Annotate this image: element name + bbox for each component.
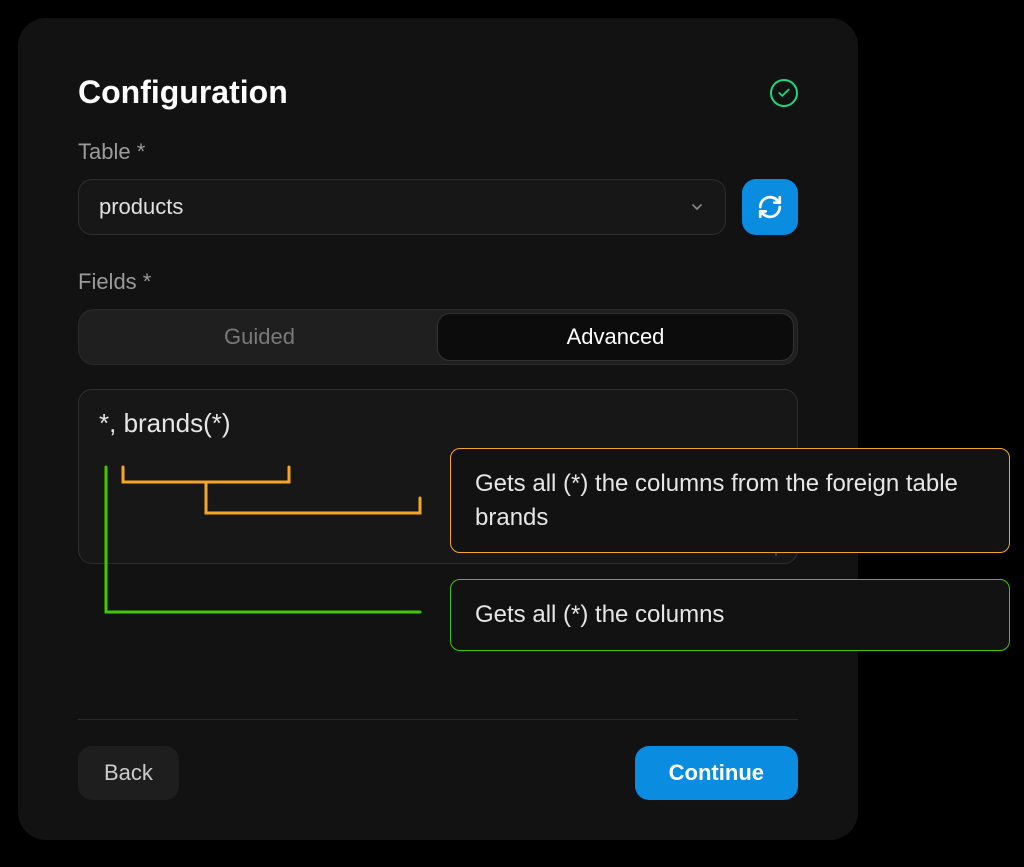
footer-buttons: Back Continue — [78, 746, 798, 800]
fields-value: *, brands(*) — [99, 408, 231, 438]
table-label: Table * — [78, 139, 798, 165]
chevron-down-icon — [689, 199, 705, 215]
fields-mode-tabs: Guided Advanced — [78, 309, 798, 365]
callout-brands-text: Gets all (*) the columns from the foreig… — [475, 470, 958, 531]
continue-button[interactable]: Continue — [635, 746, 798, 800]
config-panel: Configuration Table * products Fields * … — [18, 18, 858, 840]
validation-check-icon — [770, 79, 798, 107]
refresh-button[interactable] — [742, 179, 798, 235]
panel-title: Configuration — [78, 74, 288, 111]
callout-brands: Gets all (*) the columns from the foreig… — [450, 448, 1010, 553]
table-select-value: products — [99, 194, 183, 220]
table-select[interactable]: products — [78, 179, 726, 235]
fields-label: Fields * — [78, 269, 798, 295]
tab-guided[interactable]: Guided — [82, 313, 437, 361]
callout-star-text: Gets all (*) the columns — [475, 601, 724, 628]
refresh-icon — [757, 194, 783, 220]
callout-star: Gets all (*) the columns — [450, 579, 1010, 651]
panel-footer: Back Continue — [78, 719, 798, 800]
table-row: products — [78, 179, 798, 235]
panel-header: Configuration — [78, 74, 798, 111]
footer-divider — [78, 719, 798, 720]
back-button[interactable]: Back — [78, 746, 179, 800]
tab-advanced[interactable]: Advanced — [437, 313, 794, 361]
